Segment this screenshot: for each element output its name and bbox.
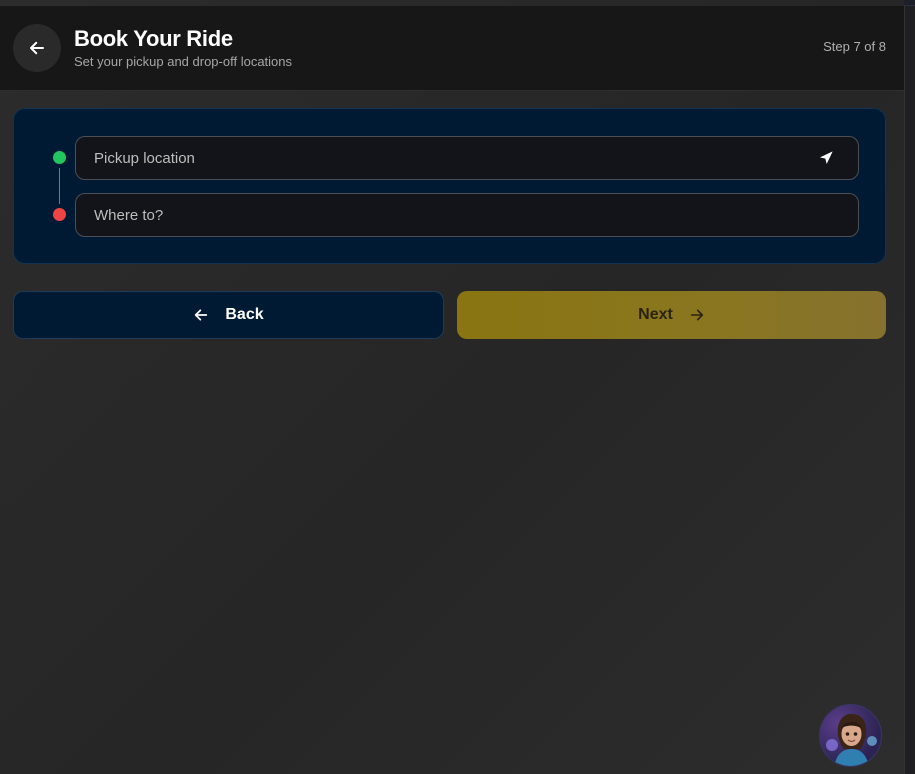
navigation-arrow-icon[interactable]: [818, 150, 834, 166]
pickup-dot-icon: [53, 151, 66, 164]
route-connector-line: [59, 168, 60, 204]
arrow-right-icon: [690, 309, 703, 321]
arrow-left-icon: [195, 309, 208, 321]
page-scrollbar[interactable]: [904, 6, 915, 774]
assistant-avatar-icon[interactable]: [819, 704, 882, 767]
next-button-label: Next: [638, 306, 673, 323]
back-button[interactable]: Back: [13, 291, 444, 339]
next-button[interactable]: Next: [457, 291, 886, 339]
back-button-label: Back: [225, 306, 264, 323]
header-back-button[interactable]: [13, 24, 61, 72]
app-root: Book Your Ride Set your pickup and drop-…: [0, 0, 904, 774]
pickup-placeholder: Pickup location: [94, 149, 195, 167]
assistant-avatar-illustration: [826, 713, 877, 766]
page-subtitle: Set your pickup and drop-off locations: [74, 54, 293, 69]
arrow-left-icon: [30, 41, 44, 55]
page-title: Book Your Ride: [74, 26, 233, 51]
dropoff-placeholder: Where to?: [94, 206, 164, 224]
pickup-location-input[interactable]: Pickup location: [75, 136, 859, 180]
dropoff-dot-icon: [53, 208, 66, 221]
page-header: Book Your Ride Set your pickup and drop-…: [0, 6, 904, 91]
step-indicator: Step 7 of 8: [823, 39, 886, 54]
dropoff-location-input[interactable]: Where to?: [75, 193, 859, 237]
location-card: Pickup location Where to?: [13, 108, 886, 264]
